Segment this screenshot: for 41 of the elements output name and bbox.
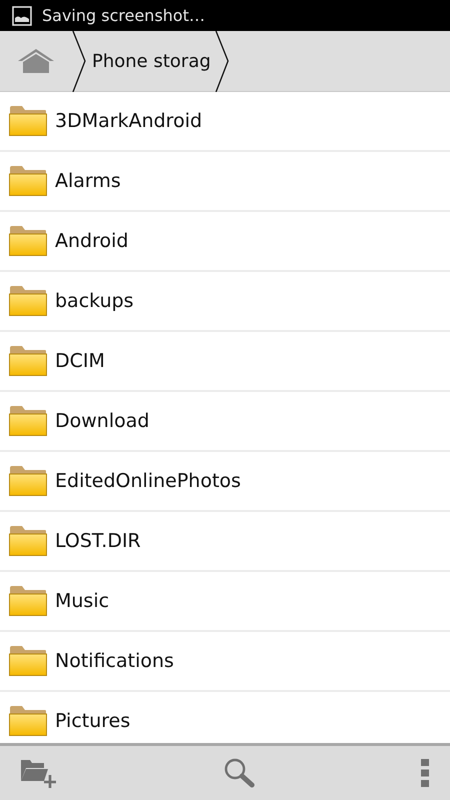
folder-row[interactable]: Notifications xyxy=(0,632,450,692)
home-icon xyxy=(17,48,55,74)
folder-name: Pictures xyxy=(55,710,130,732)
folder-row[interactable]: Alarms xyxy=(0,152,450,212)
folder-name: Download xyxy=(55,410,150,432)
folder-name: backups xyxy=(55,290,134,312)
folder-name: Music xyxy=(55,590,110,612)
folder-icon xyxy=(9,646,47,676)
new-folder-button[interactable] xyxy=(20,757,58,789)
folder-icon xyxy=(9,226,47,256)
folder-name: 3DMarkAndroid xyxy=(55,110,202,132)
folder-row[interactable]: Download xyxy=(0,392,450,452)
breadcrumb-item[interactable]: Phone storag xyxy=(86,30,215,92)
folder-icon xyxy=(9,586,47,616)
folder-icon xyxy=(9,106,47,136)
overflow-menu-button[interactable] xyxy=(420,758,430,788)
search-button[interactable] xyxy=(223,757,255,789)
folder-icon xyxy=(9,406,47,436)
folder-name: Alarms xyxy=(55,170,121,192)
folder-row[interactable]: DCIM xyxy=(0,332,450,392)
folder-row[interactable]: Android xyxy=(0,212,450,272)
folder-row[interactable]: EditedOnlinePhotos xyxy=(0,452,450,512)
folder-icon xyxy=(9,706,47,736)
chevron-separator-icon xyxy=(72,30,86,92)
folder-name: Notifications xyxy=(55,650,174,672)
chevron-separator-icon xyxy=(214,30,229,92)
folder-row[interactable]: 3DMarkAndroid xyxy=(0,92,450,152)
folder-icon xyxy=(9,346,47,376)
folder-name: EditedOnlinePhotos xyxy=(55,470,241,492)
folder-row[interactable]: Music xyxy=(0,572,450,632)
folder-row[interactable]: LOST.DIR xyxy=(0,512,450,572)
folder-icon xyxy=(9,466,47,496)
notification-text: Saving screenshot… xyxy=(42,6,205,25)
folder-icon xyxy=(9,286,47,316)
folder-icon xyxy=(9,526,47,556)
folder-name: DCIM xyxy=(55,350,105,372)
image-icon xyxy=(12,6,32,26)
folder-row[interactable]: backups xyxy=(0,272,450,332)
folder-name: Android xyxy=(55,230,128,252)
folder-name: LOST.DIR xyxy=(55,530,141,552)
folder-icon xyxy=(9,166,47,196)
